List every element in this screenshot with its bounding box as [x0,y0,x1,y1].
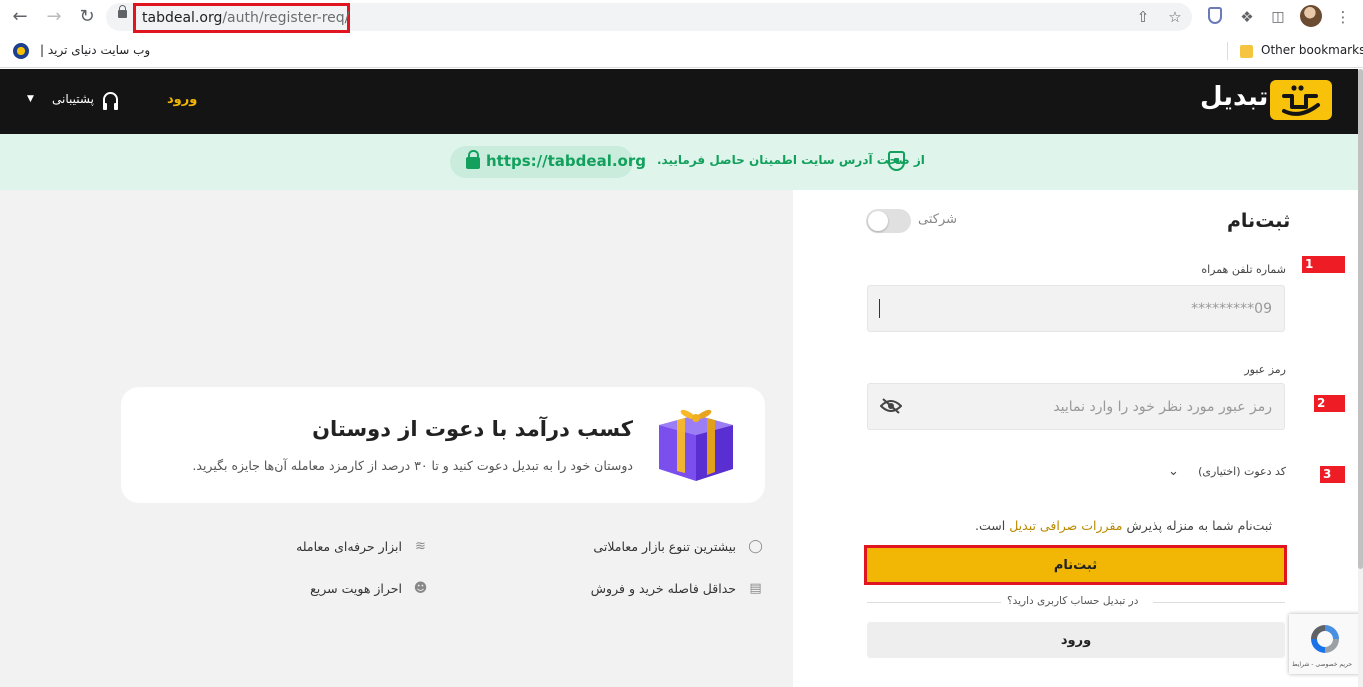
sidebar-icon[interactable]: ◫ [1267,6,1289,28]
chevron-down-icon[interactable]: ⌄ [1168,464,1179,479]
other-bookmarks[interactable]: Other bookmarks [1261,43,1363,57]
url-host: tabdeal.org [142,10,223,26]
company-toggle[interactable] [866,209,911,233]
star-icon[interactable]: ☆ [1164,6,1186,28]
annotation-marker-1: 1 [1302,256,1345,273]
folder-icon[interactable] [1240,45,1253,58]
text-caret [879,299,880,318]
lock-icon[interactable] [118,5,127,18]
site-header: تبدیل ورود پشتیبانی ▼ [0,69,1358,134]
divider [1153,602,1285,603]
feature-market-variety: بیشترین تنوع بازار معاملاتی [593,539,736,554]
page-scrollbar[interactable] [1358,69,1363,687]
toggle-icon: ◯ [748,539,763,554]
browser-toolbar: ← → ↻ tabdeal.org/auth/register-req/ ⇧ ☆… [0,0,1363,34]
terms-text: ثبت‌نام شما به منزله پذیرش مقررات صرافی … [975,518,1272,533]
site-url-pill: https://tabdeal.org [450,146,646,178]
gift-icon [659,409,733,481]
bookmark-item[interactable]: وب سایت دنیای ترید | [40,43,150,57]
divider [867,602,1001,603]
recaptcha-badge[interactable]: حریم خصوصی - شرایط [1289,614,1363,674]
login-button[interactable]: ورود [867,622,1285,658]
forward-arrow-icon[interactable]: → [42,5,66,29]
back-arrow-icon[interactable]: ← [8,5,32,29]
user-check-icon: ☻ [413,581,428,596]
terms-link[interactable]: مقررات صرافی تبدیل [1009,518,1122,533]
headset-icon[interactable] [103,92,118,110]
register-button[interactable]: ثبت‌نام [864,545,1287,585]
card-icon: ▤ [749,581,762,596]
lock-icon [466,150,480,169]
invite-code-toggle[interactable]: کد دعوت (اختیاری) ⌄ [1168,464,1286,483]
have-account-text: در تبدیل حساب کاربری دارید؟ [1003,595,1143,607]
logo-icon[interactable] [1270,80,1332,120]
feature-min-spread: حداقل فاصله خرید و فروش [590,581,736,596]
terms-prefix: ثبت‌نام شما به منزله پذیرش [1126,518,1273,533]
referral-card[interactable]: کسب درآمد با دعوت از دوستان دوستان خود ر… [121,387,765,503]
bookmark-favicon-icon[interactable] [13,43,29,59]
share-icon[interactable]: ⇧ [1132,6,1154,28]
recaptcha-icon [1311,625,1339,653]
annotation-marker-3: 3 [1320,466,1345,483]
promo-title: کسب درآمد با دعوت از دوستان [312,417,633,441]
terms-suffix: است. [975,518,1006,533]
puzzle-icon[interactable]: ❖ [1236,6,1258,28]
site-url: https://tabdeal.org [486,152,646,170]
profile-avatar[interactable] [1300,5,1322,27]
shield-lock-icon [888,151,905,171]
phone-label: شماره تلفن همراه [1201,263,1286,276]
toggle-knob[interactable] [868,211,888,231]
feature-fast-kyc: احراز هویت سریع [310,581,402,596]
caret-down-icon[interactable]: ▼ [27,94,34,104]
logo-text[interactable]: تبدیل [1200,82,1268,112]
bookmark-bar: وب سایت دنیای ترید | Other bookmarks [0,34,1363,68]
recaptcha-links[interactable]: حریم خصوصی - شرایط [1292,661,1352,668]
bookmark-separator [1227,42,1228,60]
chart-line-icon: ≋ [415,539,426,554]
phone-input[interactable] [867,285,1285,332]
scrollbar-thumb[interactable] [1358,69,1363,569]
password-label: رمز عبور [1244,363,1286,376]
eye-off-icon[interactable] [880,398,902,414]
url-highlight[interactable]: tabdeal.org/auth/register-req/ [133,3,350,33]
reload-icon[interactable]: ↻ [75,5,99,29]
support-menu[interactable]: پشتیبانی [52,92,94,106]
url-path: /auth/register-req/ [222,10,350,26]
form-title: ثبت‌نام [1227,210,1291,232]
header-login-link[interactable]: ورود [167,92,197,107]
security-message: از صحت آدرس سایت اطمینان حاصل فرمایید. [657,153,925,167]
kebab-menu-icon[interactable]: ⋮ [1332,6,1354,28]
security-banner: https://tabdeal.org از صحت آدرس سایت اطم… [0,134,1358,190]
invite-label[interactable]: کد دعوت (اختیاری) [1198,465,1286,478]
promo-subtitle: دوستان خود را به تبدیل دعوت کنید و تا ۳۰… [192,458,633,473]
extension-shield-icon[interactable] [1208,7,1222,24]
promo-section: کسب درآمد با دعوت از دوستان دوستان خود ر… [0,190,793,687]
password-input[interactable] [867,383,1285,430]
annotation-marker-2: 2 [1314,395,1345,412]
company-toggle-label: شرکتی [918,212,958,227]
feature-pro-tools: ابزار حرفه‌ای معامله [296,539,402,554]
